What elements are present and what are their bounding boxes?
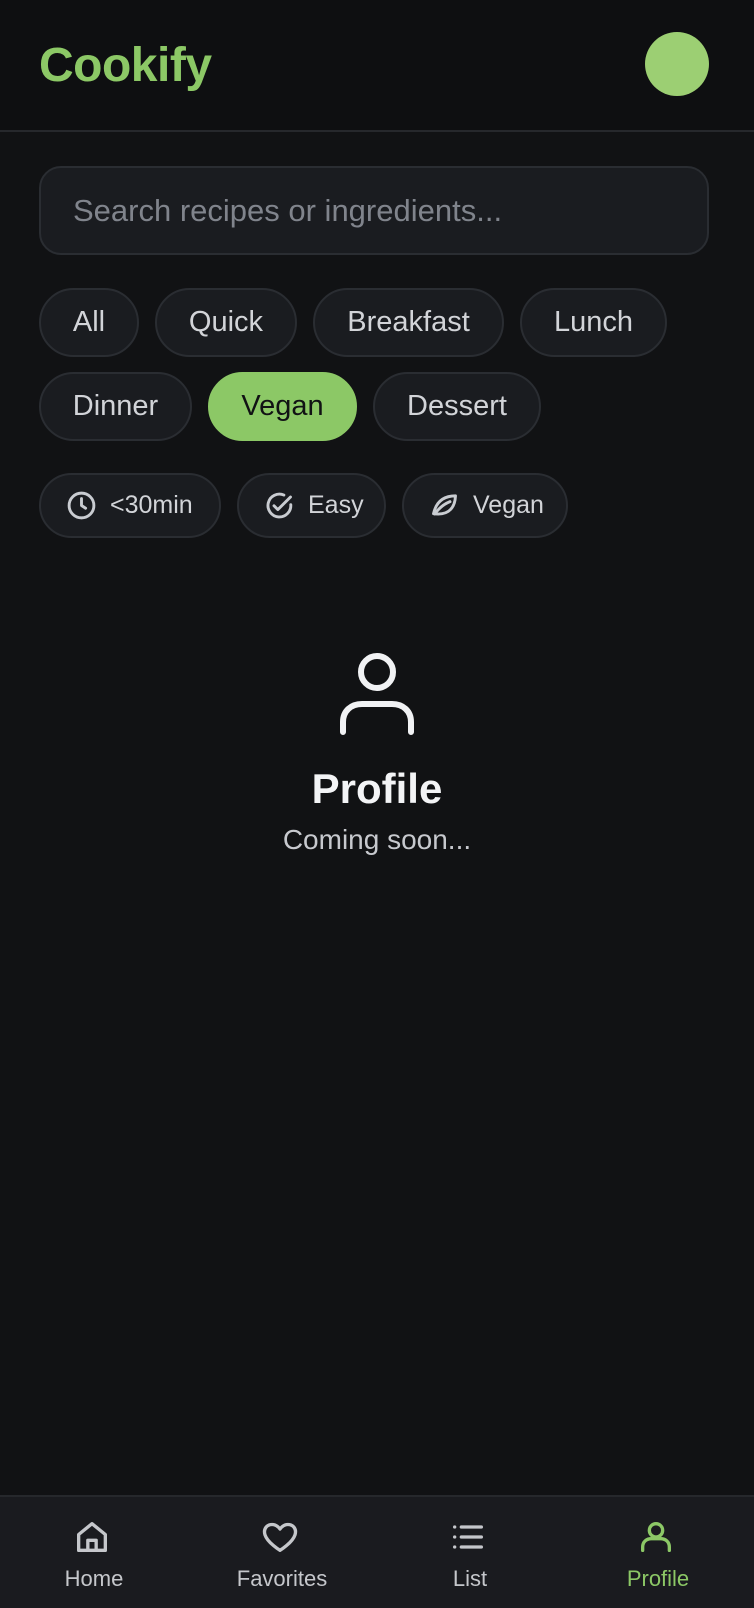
filter-chip-under-30-min[interactable]: <30min (39, 473, 221, 538)
nav-label: List (452, 1566, 488, 1591)
category-chip-dessert[interactable]: Dessert (373, 372, 541, 441)
filter-chip-easy[interactable]: Easy (237, 473, 386, 538)
home-icon (77, 1522, 108, 1552)
nav-item-profile[interactable]: Profile (564, 1497, 752, 1608)
app-shell: Cookify All Quick Breakfast Lunch Dinner… (0, 0, 754, 1608)
nav-item-favorites[interactable]: Favorites (188, 1497, 376, 1608)
nav-label: Favorites (236, 1566, 328, 1591)
search-input[interactable] (39, 166, 709, 255)
bottom-navigation: Home Favorites List Profile (0, 1495, 754, 1608)
category-chip-breakfast[interactable]: Breakfast (313, 288, 504, 357)
empty-state-subtitle: Coming soon... (282, 824, 472, 855)
category-chip-quick[interactable]: Quick (155, 288, 297, 357)
filter-chip-vegan[interactable]: Vegan (402, 473, 568, 538)
empty-state-title: Profile (311, 765, 443, 812)
filter-label: <30min (110, 491, 193, 519)
app-logo: Cookify (39, 39, 212, 92)
nav-label: Profile (626, 1566, 690, 1591)
filter-label: Easy (308, 491, 364, 519)
leaf-icon (432, 494, 457, 516)
nav-item-list[interactable]: List (376, 1497, 564, 1608)
check-circle-icon (266, 492, 293, 519)
nav-label: Home (64, 1566, 124, 1591)
user-icon (641, 1522, 671, 1552)
top-app-bar: Cookify (0, 0, 754, 132)
clock-icon (67, 491, 96, 520)
category-chip-vegan[interactable]: Vegan (208, 372, 357, 441)
category-chip-lunch[interactable]: Lunch (520, 288, 667, 357)
user-avatar[interactable] (645, 32, 709, 96)
user-icon (340, 653, 414, 735)
category-chip-all[interactable]: All (39, 288, 139, 357)
filter-label: Vegan (473, 491, 544, 519)
heart-icon (262, 1522, 298, 1552)
nav-item-home[interactable]: Home (0, 1497, 188, 1608)
list-icon (453, 1525, 483, 1549)
category-chip-dinner[interactable]: Dinner (39, 372, 192, 441)
